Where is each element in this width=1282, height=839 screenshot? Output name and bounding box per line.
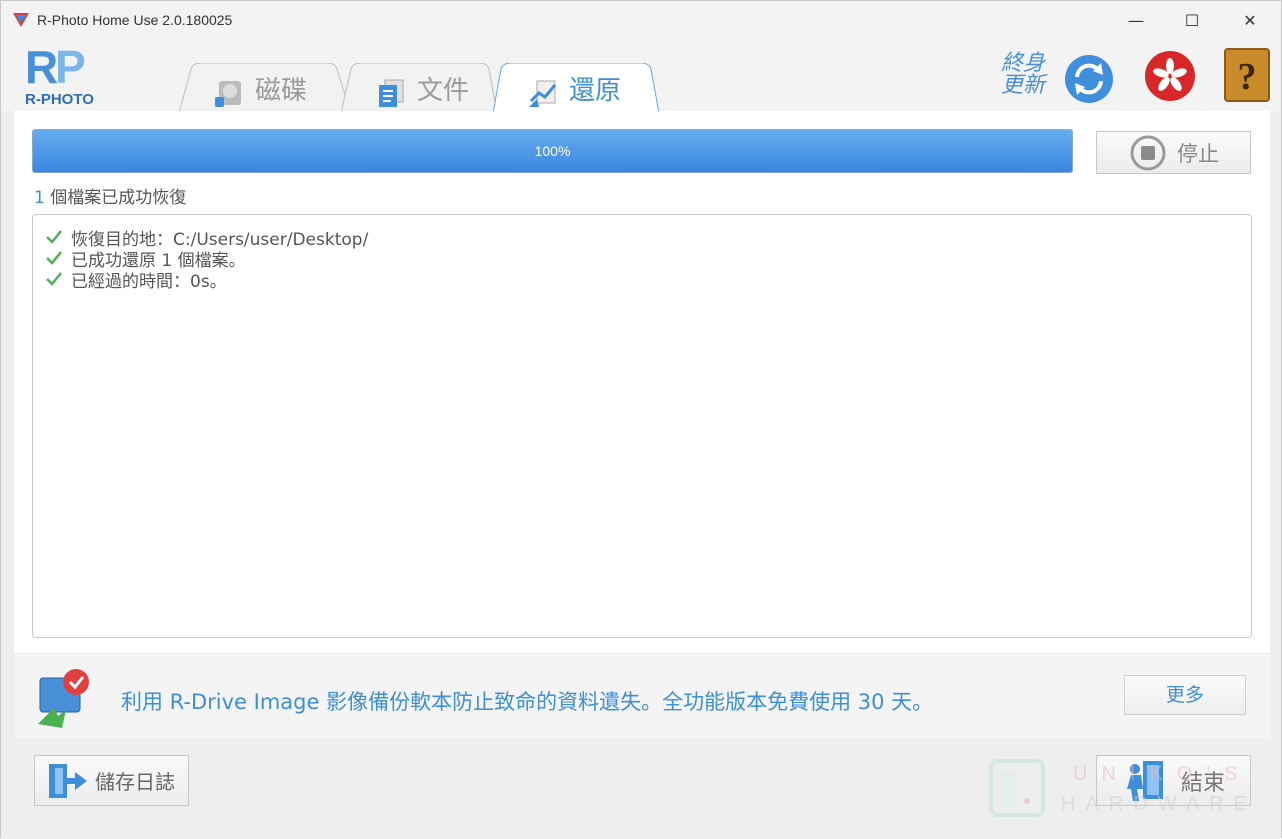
bottom-bar: 儲存日誌 結束 UNIKO'S HARDWARE: [1, 738, 1281, 839]
exit-icon: [1127, 760, 1163, 801]
status-count: 1: [34, 188, 45, 208]
check-icon: [46, 251, 62, 265]
stop-button[interactable]: 停止: [1096, 131, 1251, 174]
r-drive-image-icon: [38, 669, 89, 728]
log-panel[interactable]: 恢復目的地：C:/Users/user/Desktop/ 已成功還原 1 個檔案…: [32, 214, 1252, 638]
hong-kong-flag-icon[interactable]: [1143, 49, 1197, 103]
tab-restore[interactable]: 還原: [491, 63, 661, 113]
header: R P R-PHOTO 磁碟 文件 還原 終身 更新 ?: [1, 39, 1281, 113]
documents-icon: [379, 79, 404, 107]
logo-text: R-PHOTO: [25, 91, 94, 108]
maximize-icon: ☐: [1184, 10, 1200, 30]
lifetime-line2: 更新: [1001, 73, 1046, 98]
log-line: 已經過的時間：0s。: [45, 268, 227, 292]
tab-documents[interactable]: 文件: [339, 63, 499, 113]
tab-documents-label: 文件: [417, 75, 470, 106]
window-title: R-Photo Home Use 2.0.180025: [37, 12, 233, 28]
app-icon: [13, 13, 29, 27]
disk-icon: [215, 81, 241, 107]
minimize-button[interactable]: —: [1125, 9, 1147, 31]
svg-text:P: P: [55, 47, 86, 93]
svg-text:R: R: [25, 47, 58, 93]
status-message: 1 個檔案已成功恢復: [34, 183, 186, 208]
check-icon: [46, 272, 62, 286]
lifetime-update-label: 終身 更新: [1001, 53, 1061, 97]
finish-button[interactable]: 結束: [1096, 755, 1251, 806]
tab-disk-label: 磁碟: [255, 75, 308, 106]
svg-text:?: ?: [1238, 56, 1257, 98]
main-panel: 100% 停止 1 個檔案已成功恢復 恢復目的地：C:/Users/user/D…: [14, 111, 1270, 653]
save-log-label: 儲存日誌: [95, 770, 175, 794]
minimize-icon: —: [1128, 10, 1144, 30]
save-log-button[interactable]: 儲存日誌: [34, 755, 189, 806]
title-bar: R-Photo Home Use 2.0.180025 — ☐ ✕: [1, 1, 1281, 39]
log-text: 已經過的時間：0s。: [71, 271, 227, 292]
progress-label: 100%: [534, 143, 571, 159]
more-button[interactable]: 更多: [1124, 675, 1246, 715]
progress-bar: 100%: [32, 129, 1073, 173]
promo-text: 利用 R-Drive Image 影像備份軟本防止致命的資料遺失。全功能版本免費…: [121, 690, 934, 714]
stop-icon: [1130, 135, 1166, 170]
close-button[interactable]: ✕: [1239, 9, 1261, 31]
restore-icon: [529, 80, 557, 107]
stop-label: 停止: [1177, 141, 1219, 166]
close-icon: ✕: [1243, 10, 1257, 30]
check-icon: [46, 230, 62, 244]
tab-restore-label: 還原: [569, 75, 622, 106]
help-icon[interactable]: ?: [1223, 47, 1271, 103]
tab-disk[interactable]: 磁碟: [177, 63, 353, 113]
refresh-update-icon[interactable]: [1063, 53, 1115, 105]
finish-label: 結束: [1181, 770, 1226, 796]
watermark-logo-icon: [989, 759, 1045, 817]
promo-banner: 利用 R-Drive Image 影像備份軟本防止致命的資料遺失。全功能版本免費…: [14, 654, 1270, 738]
status-text: 個檔案已成功恢復: [44, 188, 187, 208]
maximize-button[interactable]: ☐: [1181, 9, 1203, 31]
lifetime-line1: 終身: [1001, 51, 1046, 76]
app-window: R-Photo Home Use 2.0.180025 — ☐ ✕ R P R-…: [0, 0, 1282, 839]
save-log-icon: [49, 763, 87, 798]
